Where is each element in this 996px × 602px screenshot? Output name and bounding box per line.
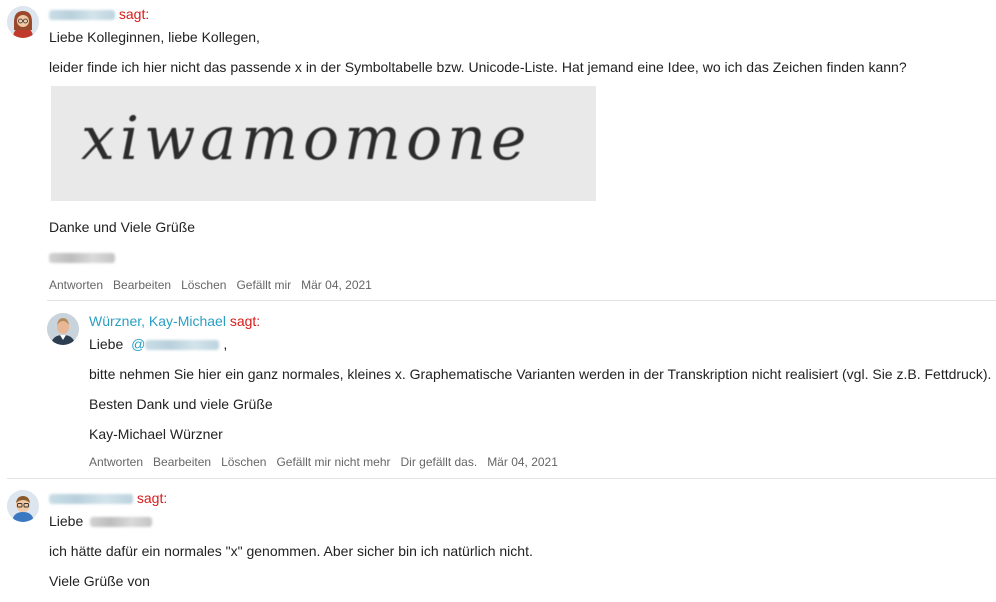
says-label: sagt: <box>136 490 168 506</box>
comment-text-line: Besten Dank und viele Grüße <box>89 396 273 412</box>
author-line: sagt: <box>49 6 149 22</box>
avatar-man-photo-icon[interactable] <box>47 313 79 345</box>
like-link[interactable]: Gefällt mir <box>236 278 291 292</box>
reply-link[interactable]: Antworten <box>89 455 143 469</box>
greeting-word: Liebe <box>49 513 84 529</box>
comment-actions: Antworten Bearbeiten Löschen Gefällt mir ni… <box>89 455 568 469</box>
avatar-woman-icon[interactable] <box>7 6 39 38</box>
author-line: sagt: <box>49 490 167 506</box>
author-name[interactable]: Würzner, Kay-Michael <box>89 313 226 329</box>
comment-text-line: bitte nehmen Sie hier ein ganz normales,… <box>89 366 992 382</box>
greeting-line: Liebe <box>49 513 153 529</box>
comment-actions: Antworten Bearbeiten Löschen Gefällt mir Mär… <box>49 278 382 292</box>
divider <box>47 300 996 301</box>
greeting-word: Liebe <box>89 336 124 352</box>
author-name-redacted[interactable] <box>49 10 115 21</box>
user-mention[interactable]: @ <box>131 336 220 352</box>
edit-link[interactable]: Bearbeiten <box>113 278 171 292</box>
liked-status[interactable]: Dir gefällt das. <box>400 455 477 469</box>
delete-link[interactable]: Löschen <box>221 455 266 469</box>
signature-redacted <box>49 249 115 265</box>
author-name-redacted[interactable] <box>49 494 133 505</box>
attached-image[interactable]: xiwamomone <box>51 86 596 201</box>
comment-text-line: Viele Grüße von <box>49 573 150 589</box>
comment-text-line: Liebe Kolleginnen, liebe Kollegen, <box>49 29 260 45</box>
greeting-line: Liebe @, <box>89 336 228 352</box>
author-line: Würzner, Kay-Michael sagt: <box>89 313 260 329</box>
comment-date: Mär 04, 2021 <box>301 278 372 292</box>
says-label: sagt: <box>229 313 261 329</box>
divider <box>7 478 996 479</box>
unlike-link[interactable]: Gefällt mir nicht mehr <box>276 455 390 469</box>
comment-text-line: Kay-Michael Würzner <box>89 426 223 442</box>
greeting-name-redacted <box>90 517 153 528</box>
says-label: sagt: <box>118 6 150 22</box>
image-scan-text: xiwamomone <box>81 104 532 174</box>
comment-text-line: leider finde ich hier nicht das passende… <box>49 59 907 75</box>
comment-date: Mär 04, 2021 <box>487 455 558 469</box>
comment-text-line: ich hätte dafür ein normales "x" genomme… <box>49 543 533 559</box>
delete-link[interactable]: Löschen <box>181 278 226 292</box>
reply-link[interactable]: Antworten <box>49 278 103 292</box>
comment-text-line: Danke und Viele Grüße <box>49 219 196 235</box>
edit-link[interactable]: Bearbeiten <box>153 455 211 469</box>
avatar-man-glasses-icon[interactable] <box>7 490 39 522</box>
